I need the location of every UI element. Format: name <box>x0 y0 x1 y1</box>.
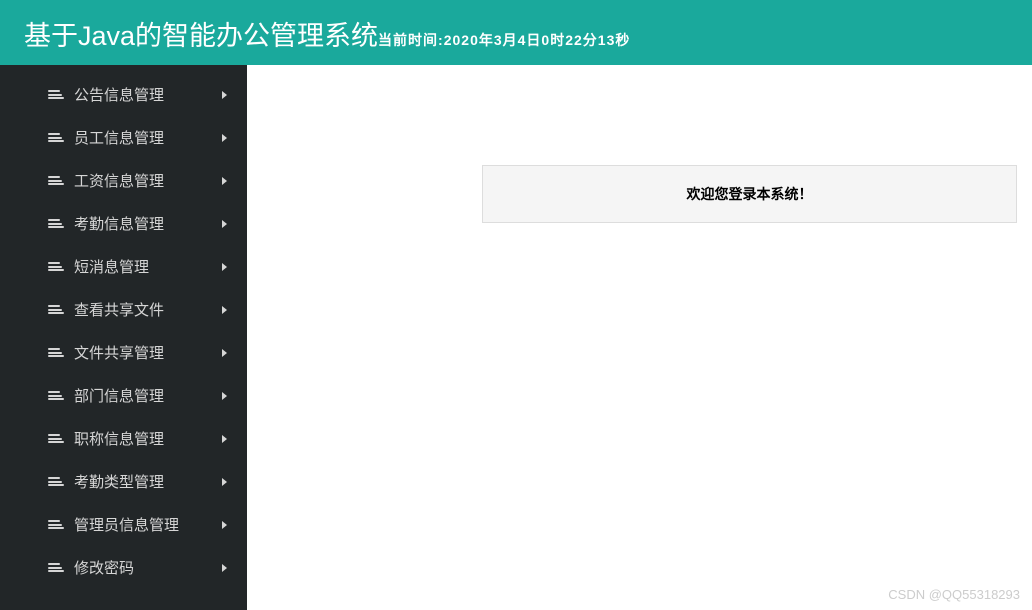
sidebar-item-label: 查看共享文件 <box>74 299 222 320</box>
chevron-right-icon <box>222 478 227 486</box>
stack-icon <box>48 305 64 314</box>
chevron-right-icon <box>222 521 227 529</box>
chevron-right-icon <box>222 220 227 228</box>
welcome-message: 欢迎您登录本系统！ <box>482 165 1017 223</box>
sidebar-item-label: 员工信息管理 <box>74 127 222 148</box>
stack-icon <box>48 176 64 185</box>
main-content: 欢迎您登录本系统！ CSDN @QQ55318293 <box>247 65 1032 610</box>
stack-icon <box>48 520 64 529</box>
stack-icon <box>48 348 64 357</box>
sidebar-item-attendance[interactable]: 考勤信息管理 <box>0 202 247 245</box>
chevron-right-icon <box>222 263 227 271</box>
header: 基于Java的智能办公管理系统 当前时间:2020年3月4日0时22分13秒 <box>0 0 1032 65</box>
stack-icon <box>48 434 64 443</box>
stack-icon <box>48 563 64 572</box>
sidebar-item-label: 管理员信息管理 <box>74 514 222 535</box>
sidebar-item-label: 短消息管理 <box>74 256 222 277</box>
sidebar: 公告信息管理 员工信息管理 工资信息管理 考勤信息管理 短消息管理 查看共享文件 <box>0 65 247 610</box>
sidebar-item-label: 部门信息管理 <box>74 385 222 406</box>
sidebar-item-label: 工资信息管理 <box>74 170 222 191</box>
chevron-right-icon <box>222 177 227 185</box>
stack-icon <box>48 477 64 486</box>
chevron-right-icon <box>222 392 227 400</box>
sidebar-item-title[interactable]: 职称信息管理 <box>0 417 247 460</box>
stack-icon <box>48 219 64 228</box>
stack-icon <box>48 133 64 142</box>
watermark: CSDN @QQ55318293 <box>888 587 1020 602</box>
container: 公告信息管理 员工信息管理 工资信息管理 考勤信息管理 短消息管理 查看共享文件 <box>0 65 1032 610</box>
sidebar-item-salary[interactable]: 工资信息管理 <box>0 159 247 202</box>
sidebar-item-label: 公告信息管理 <box>74 84 222 105</box>
sidebar-item-password[interactable]: 修改密码 <box>0 546 247 589</box>
stack-icon <box>48 391 64 400</box>
sidebar-item-view-share[interactable]: 查看共享文件 <box>0 288 247 331</box>
sidebar-item-label: 文件共享管理 <box>74 342 222 363</box>
sidebar-item-label: 考勤类型管理 <box>74 471 222 492</box>
chevron-right-icon <box>222 91 227 99</box>
sidebar-item-department[interactable]: 部门信息管理 <box>0 374 247 417</box>
current-time: 当前时间:2020年3月4日0时22分13秒 <box>378 30 630 50</box>
sidebar-item-label: 考勤信息管理 <box>74 213 222 234</box>
sidebar-item-label: 修改密码 <box>74 557 222 578</box>
chevron-right-icon <box>222 349 227 357</box>
stack-icon <box>48 262 64 271</box>
sidebar-item-announcement[interactable]: 公告信息管理 <box>0 73 247 116</box>
chevron-right-icon <box>222 134 227 142</box>
stack-icon <box>48 90 64 99</box>
sidebar-item-admin[interactable]: 管理员信息管理 <box>0 503 247 546</box>
app-title: 基于Java的智能办公管理系统 <box>24 14 378 53</box>
sidebar-item-message[interactable]: 短消息管理 <box>0 245 247 288</box>
chevron-right-icon <box>222 306 227 314</box>
sidebar-item-attendance-type[interactable]: 考勤类型管理 <box>0 460 247 503</box>
sidebar-item-file-share[interactable]: 文件共享管理 <box>0 331 247 374</box>
chevron-right-icon <box>222 435 227 443</box>
sidebar-item-label: 职称信息管理 <box>74 428 222 449</box>
sidebar-item-employee[interactable]: 员工信息管理 <box>0 116 247 159</box>
chevron-right-icon <box>222 564 227 572</box>
